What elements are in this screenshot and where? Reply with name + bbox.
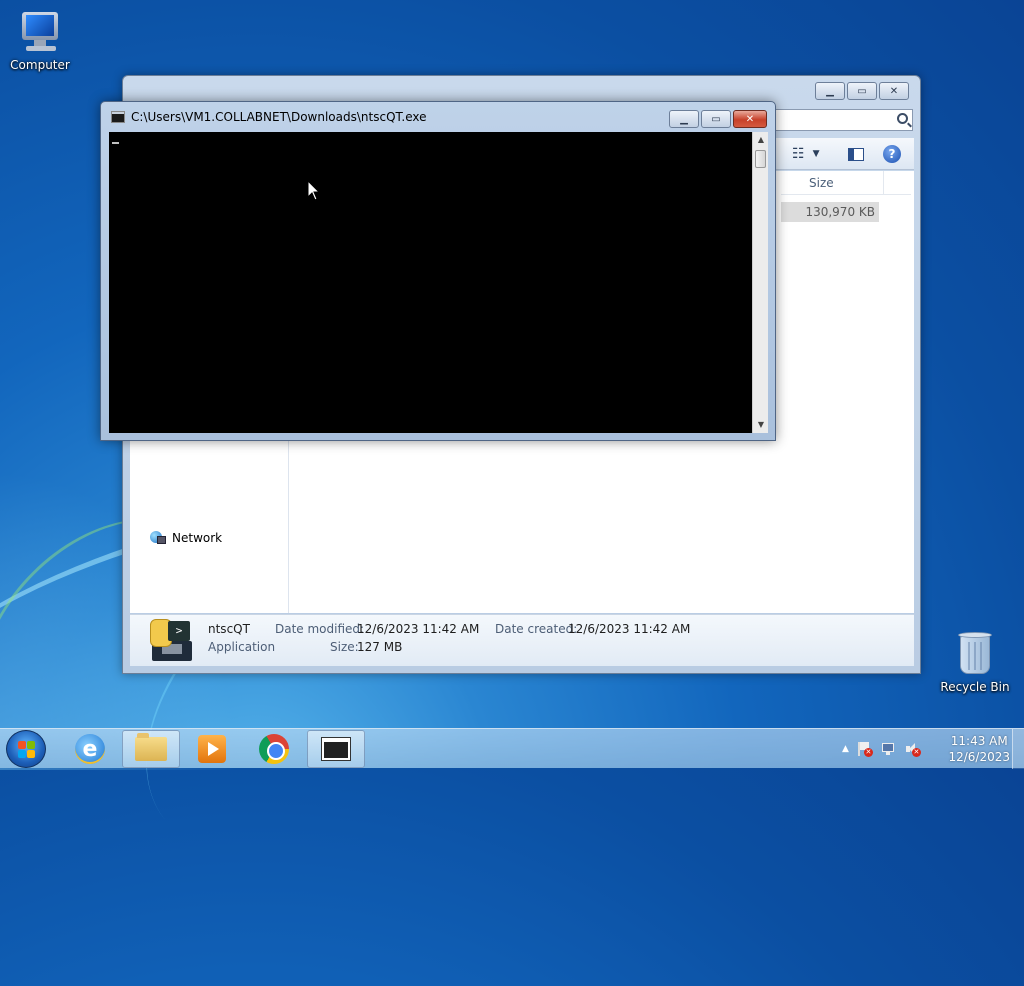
views-button[interactable]: ☷ ▼: [792, 144, 819, 164]
close-icon: ✕: [745, 113, 755, 125]
computer-icon: [18, 10, 62, 54]
nav-item-label: Network: [172, 531, 223, 545]
media-player-icon: [198, 735, 226, 763]
column-header-size[interactable]: Size: [781, 171, 911, 195]
taskbar-internet-explorer[interactable]: e: [61, 730, 119, 768]
preview-pane-button[interactable]: [848, 144, 864, 164]
views-icon: ☷: [792, 146, 805, 162]
details-file-type: Application: [208, 640, 276, 654]
volume-muted-icon[interactable]: ✕: [905, 741, 921, 757]
preview-pane-icon: [848, 147, 864, 161]
desktop-icon-recycle-bin[interactable]: Recycle Bin: [935, 630, 1015, 694]
taskbar: e ▲ ✕ ✕ 11:43 AM 12/6/2023: [0, 728, 1024, 769]
folder-icon: [135, 733, 167, 761]
system-tray: ▲ ✕ ✕: [842, 729, 921, 769]
network-status-icon[interactable]: [881, 741, 897, 757]
desktop-icon-computer[interactable]: Computer: [0, 10, 80, 72]
console-close-button[interactable]: ✕: [733, 110, 767, 128]
details-size: 127 MB: [357, 640, 403, 654]
console-icon: [321, 737, 351, 761]
taskbar-console[interactable]: [307, 730, 365, 768]
help-icon: ?: [883, 145, 901, 163]
console-title-bar: C:\Users\VM1.COLLABNET\Downloads\ntscQT.…: [111, 110, 427, 124]
console-output[interactable]: [109, 132, 752, 433]
action-center-flag-icon[interactable]: ✕: [857, 741, 873, 757]
mouse-pointer-icon: [307, 180, 321, 201]
console-window[interactable]: C:\Users\VM1.COLLABNET\Downloads\ntscQT.…: [100, 101, 776, 441]
minimize-icon: ▁: [826, 85, 834, 97]
explorer-caption-buttons: ▁ ▭ ✕: [815, 82, 909, 100]
taskbar-file-explorer[interactable]: [122, 730, 180, 768]
scroll-up-icon[interactable]: ▲: [753, 132, 769, 148]
text-cursor: [112, 142, 119, 144]
desktop-icon-label: Recycle Bin: [940, 680, 1010, 694]
details-size-label: Size:: [330, 640, 359, 654]
console-scrollbar[interactable]: ▲ ▼: [752, 132, 768, 433]
column-separator[interactable]: [883, 171, 884, 195]
recycle-bin-icon: [955, 630, 995, 676]
taskbar-media-player[interactable]: [183, 730, 241, 768]
details-pane: > ntscQT Application Date modified: 12/6…: [130, 614, 914, 666]
chevron-down-icon: ▼: [812, 149, 820, 159]
console-app-icon: [111, 111, 125, 123]
details-date-created-label: Date created:: [495, 622, 578, 636]
file-size-cell[interactable]: 130,970 KB: [781, 202, 879, 222]
search-input[interactable]: [773, 109, 913, 131]
chrome-icon: [259, 734, 289, 764]
network-icon: [150, 531, 166, 545]
console-title: C:\Users\VM1.COLLABNET\Downloads\ntscQT.…: [131, 110, 427, 124]
details-date-modified: 12/6/2023 11:42 AM: [357, 622, 480, 636]
console-caption-buttons: ▁ ▭ ✕: [669, 110, 767, 128]
maximize-icon: ▭: [711, 113, 721, 125]
clock-time: 11:43 AM: [950, 734, 1008, 748]
close-button[interactable]: ✕: [879, 82, 909, 100]
nav-item-network[interactable]: Network: [150, 531, 222, 545]
minimize-icon: ▁: [680, 113, 688, 125]
taskbar-chrome[interactable]: [245, 730, 303, 768]
maximize-icon: ▭: [857, 85, 867, 97]
search-icon: [897, 113, 908, 124]
minimize-button[interactable]: ▁: [815, 82, 845, 100]
details-date-created: 12/6/2023 11:42 AM: [568, 622, 691, 636]
show-hidden-icons-icon[interactable]: ▲: [842, 744, 849, 754]
show-desktop-button[interactable]: [1012, 729, 1024, 769]
clock[interactable]: 11:43 AM 12/6/2023: [948, 733, 1010, 765]
internet-explorer-icon: e: [75, 734, 105, 764]
details-date-modified-label: Date modified:: [275, 622, 365, 636]
scrollbar-thumb[interactable]: [755, 150, 766, 168]
maximize-button[interactable]: ▭: [847, 82, 877, 100]
application-icon: >: [148, 619, 194, 663]
details-file-name: ntscQT: [208, 622, 250, 636]
console-minimize-button[interactable]: ▁: [669, 110, 699, 128]
close-icon: ✕: [889, 85, 899, 97]
clock-date: 12/6/2023: [948, 750, 1010, 764]
help-button[interactable]: ?: [883, 144, 901, 164]
column-header-label: Size: [809, 176, 834, 190]
start-button[interactable]: [6, 730, 46, 768]
desktop-icon-label: Computer: [10, 58, 70, 72]
scroll-down-icon[interactable]: ▼: [753, 417, 769, 433]
console-maximize-button[interactable]: ▭: [701, 110, 731, 128]
